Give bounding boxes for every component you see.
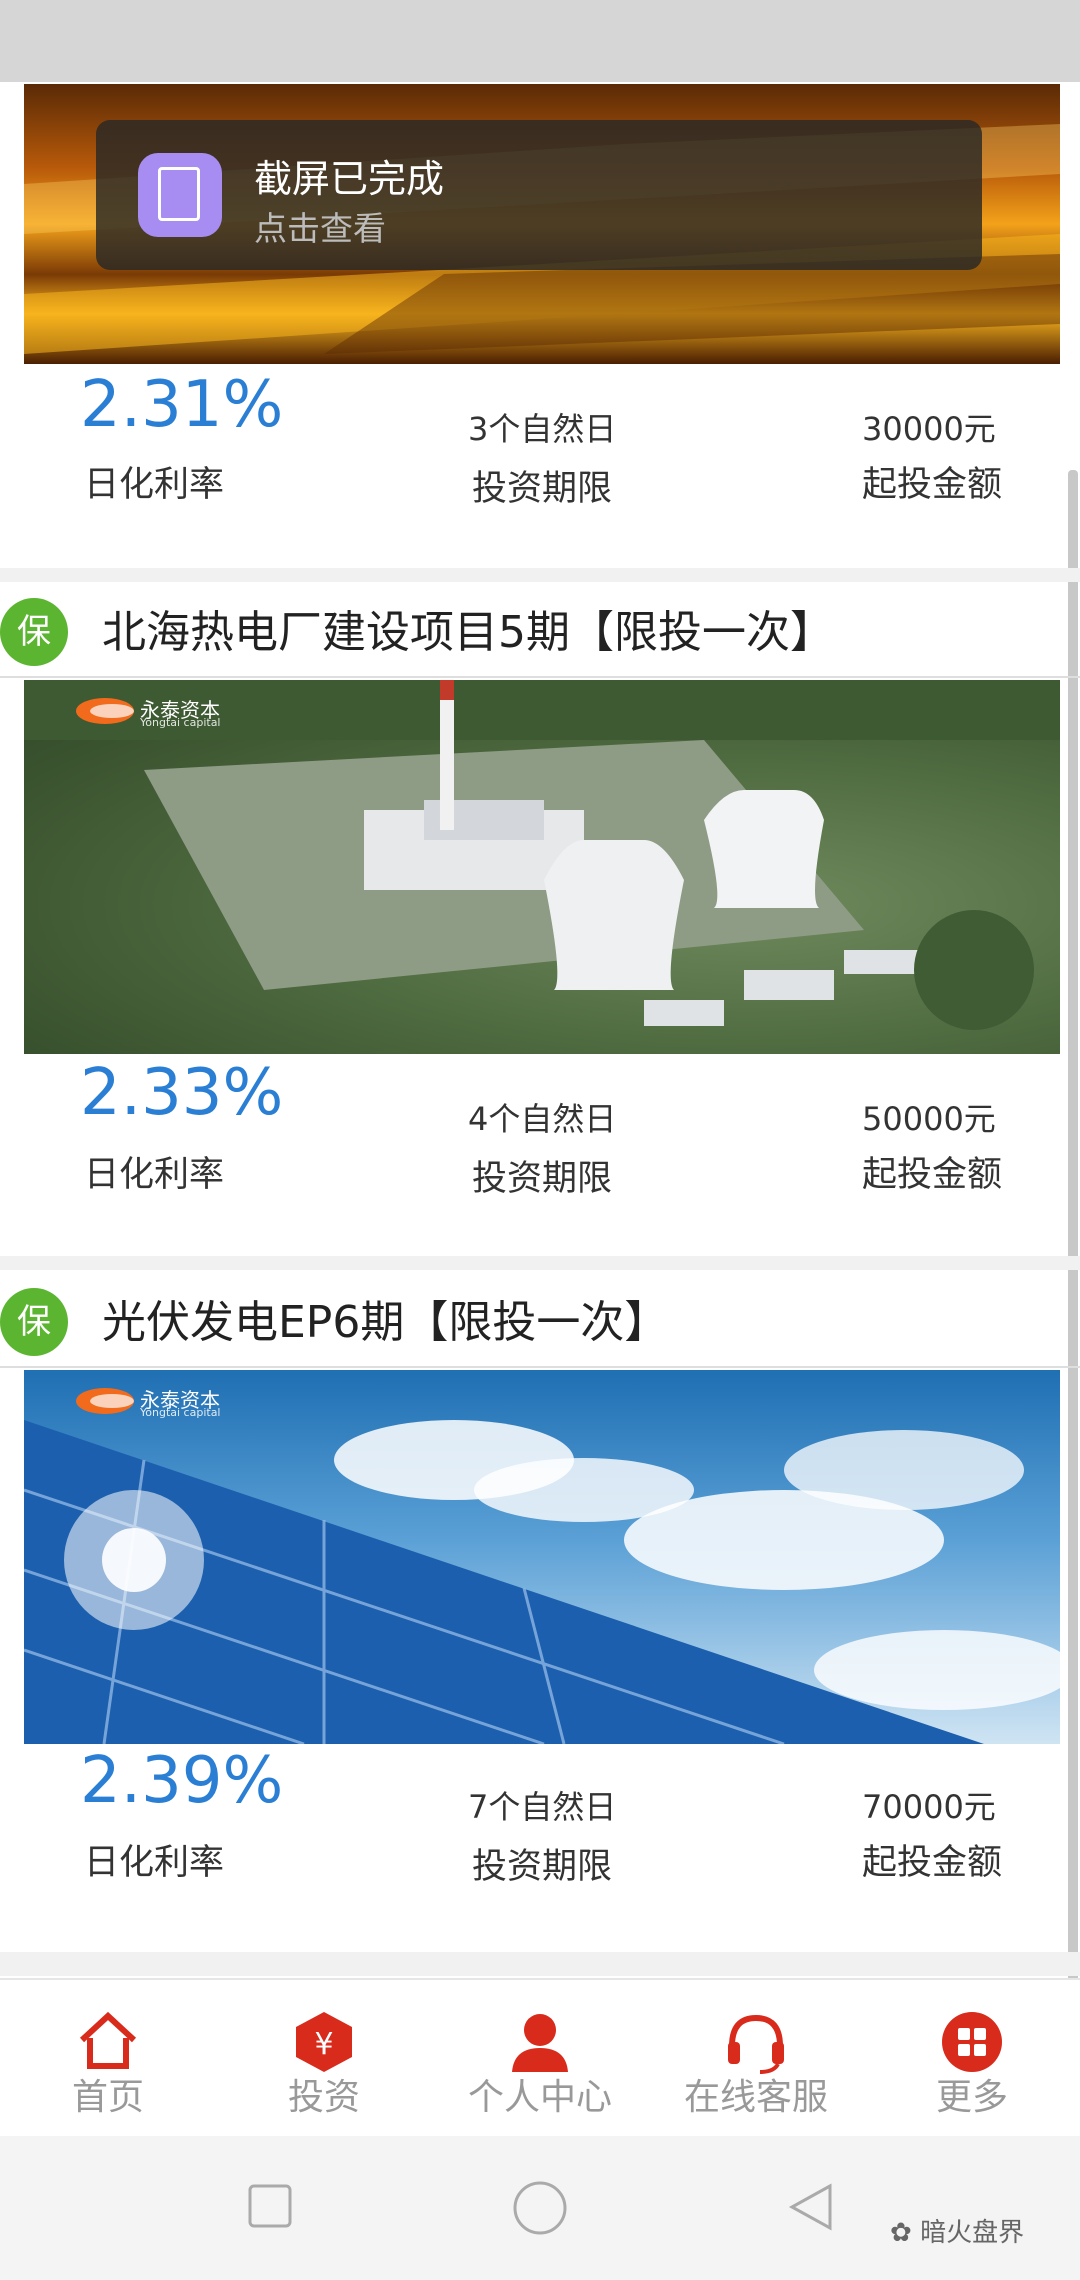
section-divider [0,1952,1080,1976]
nav-more[interactable]: 更多 [882,1980,1062,2138]
section-divider [0,1256,1080,1270]
term-label: 投资期限 [472,469,613,509]
amount-value: 70000元 [862,1788,996,1826]
brand-logo: 永泰资本 Yongtai capital [76,1382,266,1422]
nav-invest[interactable]: ¥ 投资 [234,1980,414,2138]
amount-value: 30000元 [862,410,996,448]
nav-label: 更多 [935,2077,1008,2118]
product-title[interactable]: 北海热电厂建设项目5期【限投一次】 [102,596,834,660]
recents-icon[interactable] [246,2182,296,2232]
daily-rate-label: 日化利率 [84,1843,225,1883]
amount-label: 起投金额 [862,1155,1003,1195]
product-banner-power-plant[interactable]: 永泰资本 Yongtai capital [24,680,1060,1054]
power-plant-image [24,680,1060,1030]
amount-label: 起投金额 [862,1843,1003,1883]
nav-home[interactable]: 首页 [18,1980,198,2138]
term-label: 投资期限 [472,1847,613,1887]
amount-label: 起投金额 [862,465,1003,505]
nav-label: 个人中心 [467,2077,612,2118]
grid-more-icon [942,2012,1002,2072]
wechat-icon: ✿ [890,2218,912,2248]
term-label: 投资期限 [472,1159,613,1199]
guarantee-badge: 保 [0,1288,68,1356]
home-circle-icon[interactable] [512,2180,568,2236]
scrollbar[interactable] [1068,470,1078,2030]
guarantee-badge: 保 [0,598,68,666]
nav-profile[interactable]: 个人中心 [450,1980,630,2138]
home-icon [79,2011,137,2069]
term-value: 3个自然日 [468,410,617,448]
section-divider [0,568,1080,582]
status-bar [0,0,1080,82]
person-icon [512,2014,568,2072]
nav-label: 投资 [287,2077,360,2118]
back-icon[interactable] [786,2182,836,2232]
svg-text:¥: ¥ [314,2027,333,2062]
daily-rate-value: 2.31% [80,368,284,442]
daily-rate-label: 日化利率 [84,465,225,505]
headset-icon [728,2014,784,2074]
nav-label: 在线客服 [683,2077,828,2118]
product-banner-solar[interactable]: 永泰资本 Yongtai capital [24,1370,1060,1744]
amount-value: 50000元 [862,1100,996,1138]
product-title[interactable]: 光伏发电EP6期【限投一次】 [102,1286,668,1350]
watermark: ✿ 暗火盘界 [890,2218,1025,2248]
term-value: 7个自然日 [468,1788,617,1826]
nav-customer-service[interactable]: 在线客服 [666,1980,846,2138]
yen-hexagon-icon: ¥ [296,2012,352,2072]
title-divider [0,1366,1080,1368]
toast-title: 截屏已完成 [254,157,445,201]
bottom-nav: 首页 ¥ 投资 个人中心 在线客服 更多 [0,1978,1080,2138]
toast-subtitle: 点击查看 [254,209,386,248]
system-nav-bar [0,2136,1080,2280]
nav-label: 首页 [71,2077,144,2118]
brand-logo: 永泰资本 Yongtai capital [76,692,266,732]
daily-rate-value: 2.39% [80,1744,284,1818]
daily-rate-label: 日化利率 [84,1155,225,1195]
term-value: 4个自然日 [468,1100,617,1138]
title-divider [0,676,1080,678]
screenshot-icon [138,153,222,237]
screenshot-toast[interactable]: 截屏已完成 点击查看 [96,120,982,270]
daily-rate-value: 2.33% [80,1056,284,1130]
solar-panel-image [24,1420,1060,1744]
